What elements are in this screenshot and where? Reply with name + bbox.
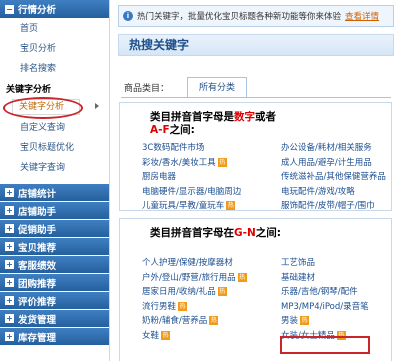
category-link[interactable]: 男装热 <box>281 314 400 329</box>
category-link[interactable]: 传统滋补品/其他保健营养品 <box>281 170 400 185</box>
notice-bar: i 热门关键字，批量优化宝贝标题各种新功能等你来体验 查看详情 <box>118 5 394 27</box>
sidebar: − 行情分析 首页 宝贝分析 排名搜索 关键字分析 关键字分析 自定义查询 宝贝… <box>0 0 110 361</box>
section-label: 促销助手 <box>18 224 57 236</box>
sidebar-item-home[interactable]: 首页 <box>0 19 109 39</box>
collapse-icon: − <box>5 4 14 14</box>
group-heading: 类目拼音首字母是数字或者 A-F之间: <box>120 103 391 137</box>
expand-icon: + <box>5 314 14 323</box>
hot-badge-icon: 热 <box>161 330 171 340</box>
expand-icon: + <box>5 296 14 305</box>
sidebar-section-review[interactable]: + 评价推荐 <box>0 292 109 310</box>
heading-letters: A-F <box>150 124 170 136</box>
expand-icon: + <box>5 242 14 251</box>
category-group-a-f: 类目拼音首字母是数字或者 A-F之间: 3C数码配件市场 办公设备/耗材/相关服… <box>119 102 392 211</box>
highlight-circle <box>3 97 83 119</box>
heading-prefix: 类目拼音首字母是 <box>150 111 234 123</box>
sidebar-section-shipping[interactable]: + 发货管理 <box>0 310 109 328</box>
category-link[interactable]: 乐器/吉他/钢琴/配件 <box>281 285 400 300</box>
sidebar-item-rank-search[interactable]: 排名搜索 <box>0 59 109 79</box>
category-link[interactable]: 服饰配件/皮带/帽子/围巾 <box>281 199 400 214</box>
expand-icon: + <box>5 260 14 269</box>
heading-suffix: 之间: <box>255 227 281 239</box>
sidebar-section-service-perf[interactable]: + 客服绩效 <box>0 256 109 274</box>
category-link[interactable]: 电脑硬件/显示器/电脑周边 <box>142 185 281 200</box>
heading-prefix: 类目拼音首字母在 <box>150 227 234 239</box>
highlight-box <box>280 336 370 354</box>
category-link[interactable]: 工艺饰品 <box>281 256 400 271</box>
section-label: 团购推荐 <box>18 278 57 290</box>
group-heading: 类目拼音首字母在G-N之间: <box>120 219 391 240</box>
heading-letters: G-N <box>234 227 256 239</box>
sidebar-section-promo-assistant[interactable]: + 促销助手 <box>0 220 109 238</box>
category-link[interactable]: 厨房电器 <box>142 170 281 185</box>
category-list: 个人护理/保健/按摩器材 工艺饰品 户外/登山/野营/旅行用品热 基础建材 居家… <box>120 240 391 343</box>
sidebar-item-keyword-query[interactable]: 关键字查询 <box>0 158 109 178</box>
section-label: 评价推荐 <box>18 296 57 308</box>
tab-all-categories[interactable]: 所有分类 <box>187 77 247 98</box>
category-link[interactable]: 成人用品/避孕/计生用品 <box>281 156 400 171</box>
sidebar-header-label: 行情分析 <box>18 5 57 16</box>
sidebar-header-market-analysis[interactable]: − 行情分析 <box>0 0 109 19</box>
hot-badge-icon: 热 <box>178 301 188 311</box>
category-link[interactable]: 个人护理/保健/按摩器材 <box>142 256 281 271</box>
expand-icon: + <box>5 224 14 233</box>
expand-icon: + <box>5 206 14 215</box>
heading-highlight: 数字 <box>234 111 255 123</box>
tabs-label: 商品类目： <box>124 84 170 94</box>
category-link[interactable]: MP3/MP4/iPod/录音笔 <box>281 300 400 315</box>
notice-link[interactable]: 查看详情 <box>345 10 379 22</box>
notice-text: 热门关键字，批量优化宝贝标题各种新功能等你来体验 <box>137 12 342 22</box>
section-label: 客服绩效 <box>18 260 57 272</box>
sidebar-category-keyword-analysis: 关键字分析 <box>6 85 52 95</box>
sidebar-item-custom-query[interactable]: 自定义查询 <box>0 118 109 138</box>
hot-badge-icon: 热 <box>226 201 236 210</box>
page-title: 热搜关键字 <box>118 34 394 56</box>
hot-badge-icon: 热 <box>217 287 227 296</box>
category-list: 3C数码配件市场 办公设备/耗材/相关服务 彩妆/香水/美妆工具热 成人用品/避… <box>120 137 391 214</box>
sidebar-item-keyword-analysis-active[interactable]: 关键字分析 <box>3 97 83 119</box>
category-link[interactable]: 户外/登山/野营/旅行用品热 <box>142 271 281 286</box>
hot-badge-icon: 热 <box>237 272 247 282</box>
category-link[interactable]: 电玩配件/游戏/攻略 <box>281 185 400 200</box>
sidebar-section-shop-stats[interactable]: + 店铺统计 <box>0 184 109 202</box>
section-label: 店铺助手 <box>18 206 57 218</box>
main-content: i 热门关键字，批量优化宝贝标题各种新功能等你来体验 查看详情 热搜关键字 商品… <box>111 0 400 361</box>
section-label: 宝贝推荐 <box>18 242 57 254</box>
info-icon: i <box>123 11 133 21</box>
hot-badge-icon: 热 <box>300 316 310 325</box>
category-link[interactable]: 奶粉/辅食/营养品热 <box>142 314 281 329</box>
sidebar-section-item-recommend[interactable]: + 宝贝推荐 <box>0 238 109 256</box>
expand-icon: + <box>5 188 14 197</box>
tab-divider <box>121 97 391 98</box>
category-link[interactable]: 流行男鞋热 <box>142 300 281 315</box>
sidebar-section-inventory[interactable]: + 库存管理 <box>0 328 109 346</box>
sidebar-section-group-buy[interactable]: + 团购推荐 <box>0 274 109 292</box>
heading-mid: 或者 <box>255 111 276 123</box>
category-group-g-n: 类目拼音首字母在G-N之间: 个人护理/保健/按摩器材 工艺饰品 户外/登山/野… <box>119 218 392 361</box>
chevron-right-icon <box>95 103 99 109</box>
category-link[interactable]: 基础建材 <box>281 271 400 286</box>
category-tabs: 商品类目： 所有分类 <box>121 77 391 98</box>
category-link[interactable]: 彩妆/香水/美妆工具热 <box>142 156 281 171</box>
category-link[interactable]: 居家日用/收纳/礼品热 <box>142 285 281 300</box>
heading-suffix: 之间: <box>169 124 195 136</box>
expand-icon: + <box>5 278 14 287</box>
section-label: 库存管理 <box>18 332 57 344</box>
hot-badge-icon: 热 <box>209 316 219 325</box>
sidebar-item-title-optimize[interactable]: 宝贝标题优化 <box>0 138 109 158</box>
section-label: 发货管理 <box>18 314 57 326</box>
sidebar-item-item-analysis[interactable]: 宝贝分析 <box>0 39 109 59</box>
expand-icon: + <box>5 332 14 341</box>
category-link[interactable]: 办公设备/耗材/相关服务 <box>281 141 400 156</box>
category-link[interactable]: 儿童玩具/早教/童玩车热 <box>142 199 281 214</box>
category-link[interactable]: 女鞋热 <box>142 329 281 344</box>
category-link[interactable]: 3C数码配件市场 <box>142 141 281 156</box>
section-label: 店铺统计 <box>18 188 57 200</box>
sidebar-section-shop-assistant[interactable]: + 店铺助手 <box>0 202 109 220</box>
hot-badge-icon: 热 <box>217 157 227 167</box>
